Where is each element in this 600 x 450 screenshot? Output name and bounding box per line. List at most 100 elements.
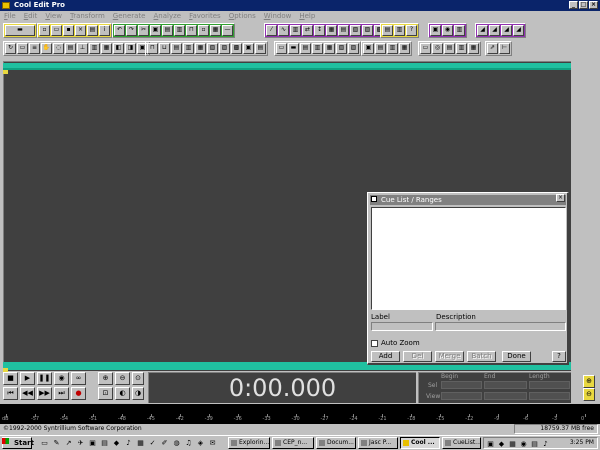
misc-4-icon[interactable]: ▥	[456, 43, 467, 54]
ruler-icon[interactable]: ⊥	[77, 43, 88, 54]
delete-button[interactable]: Del	[403, 351, 432, 362]
menu-options[interactable]: Options	[229, 11, 256, 22]
fx-3-icon[interactable]: ▤	[171, 43, 182, 54]
misc-3-icon[interactable]: ▤	[444, 43, 455, 54]
quicklaunch-pen-icon[interactable]: ✎	[52, 438, 61, 448]
dialog-title-bar[interactable]: Cue List / Ranges	[370, 195, 566, 205]
an-5-icon[interactable]: ▦	[324, 43, 335, 54]
quicklaunch-plane-icon[interactable]: ✈	[76, 438, 85, 448]
fast-forward-icon[interactable]: ▶▶	[37, 387, 52, 400]
undo-icon[interactable]: ↶	[114, 25, 125, 36]
task-cool-edit[interactable]: Cool ...	[400, 437, 440, 449]
task-cuelist[interactable]: CueList...	[442, 437, 481, 449]
go-to-start-icon[interactable]: ⏮	[3, 387, 18, 400]
merge-button[interactable]: Merge	[435, 351, 464, 362]
fx-2-icon[interactable]: ⊔	[159, 43, 170, 54]
zoom-selection-icon[interactable]: ⊡	[98, 387, 113, 400]
app-title-bar[interactable]: Cool Edit Pro	[0, 0, 600, 11]
add-button[interactable]: Add	[371, 351, 400, 362]
quicklaunch-mail-icon[interactable]: ✉	[208, 438, 217, 448]
fx-1-icon[interactable]: ⊓	[147, 43, 158, 54]
quicklaunch-edit-icon[interactable]: ✐	[160, 438, 169, 448]
fx-4-icon[interactable]: ▥	[183, 43, 194, 54]
tray-1-icon[interactable]: ▣	[486, 439, 495, 449]
menu-transform[interactable]: Transform	[70, 11, 105, 22]
select-all-icon[interactable]: ▦	[210, 25, 221, 36]
play-to-end-icon[interactable]: ◉	[54, 372, 69, 385]
view-begin-field[interactable]	[441, 392, 482, 400]
stop-icon[interactable]: ■	[3, 372, 18, 385]
device-icon[interactable]: ▥	[454, 25, 465, 36]
delete-icon[interactable]: ▫	[198, 25, 209, 36]
zoom-left-icon[interactable]: ◐	[115, 387, 130, 400]
amplify-icon[interactable]: ⁄	[266, 25, 277, 36]
fx-6-icon[interactable]: ▧	[207, 43, 218, 54]
app-icon[interactable]	[2, 2, 10, 9]
cue-list-icon[interactable]: ▤	[382, 25, 393, 36]
tray-volume-icon[interactable]: ♪	[541, 439, 550, 449]
filter-icon[interactable]: ▧	[350, 25, 361, 36]
left-channel-icon[interactable]: ◧	[113, 43, 124, 54]
loop-icon[interactable]: ↻	[5, 43, 16, 54]
menu-view[interactable]: View	[45, 11, 62, 22]
hand-tool-icon[interactable]: ✋	[41, 43, 52, 54]
noise-reduction-icon[interactable]: ▨	[362, 25, 373, 36]
menu-help[interactable]: Help	[299, 11, 315, 22]
sel-length-field[interactable]	[529, 381, 570, 389]
spectral-icon[interactable]: ▤	[65, 43, 76, 54]
close-file-icon[interactable]: ×	[75, 25, 86, 36]
view-end-field[interactable]	[484, 392, 527, 400]
quicklaunch-net-icon[interactable]: ◈	[196, 438, 205, 448]
sel-begin-field[interactable]	[441, 381, 482, 389]
mono-icon[interactable]: ▥	[89, 43, 100, 54]
normalize-icon[interactable]: ▥	[290, 25, 301, 36]
tray-2-icon[interactable]: ◆	[497, 439, 506, 449]
label-field[interactable]	[371, 322, 433, 331]
edit-tool-icon[interactable]: ▭	[17, 43, 28, 54]
maximize-button[interactable]: □	[579, 1, 588, 9]
zoom-full-icon[interactable]: ⊙	[132, 372, 144, 385]
save-file-icon[interactable]: ▪	[63, 25, 74, 36]
paste-icon[interactable]: ▤	[162, 25, 173, 36]
help-button[interactable]: ?	[552, 351, 566, 362]
generate-silence-icon[interactable]: ◢	[513, 25, 524, 36]
menu-file[interactable]: File	[4, 11, 16, 22]
quicklaunch-window-icon[interactable]: ▣	[88, 438, 97, 448]
an-1-icon[interactable]: ▭	[276, 43, 287, 54]
pause-icon[interactable]: ❚❚	[37, 372, 52, 385]
tray-3-icon[interactable]: ▦	[508, 439, 517, 449]
fx-9-icon[interactable]: ▣	[243, 43, 254, 54]
close-button[interactable]: ×	[589, 1, 598, 9]
marker-icon[interactable]: ?	[406, 25, 417, 36]
fx-7-icon[interactable]: ▨	[219, 43, 230, 54]
zoom-out-vertical-icon[interactable]: ⊖	[583, 388, 595, 401]
quicklaunch-doc-icon[interactable]: ▤	[100, 438, 109, 448]
extra-2-icon[interactable]: ⊢	[499, 43, 510, 54]
fx-8-icon[interactable]: ▩	[231, 43, 242, 54]
task-documents[interactable]: Docum...	[316, 437, 356, 449]
auto-zoom-checkbox[interactable]	[371, 340, 378, 347]
vt-1-icon[interactable]: ▣	[363, 43, 374, 54]
batch-button[interactable]: Batch	[467, 351, 496, 362]
open-file-icon[interactable]: ▭	[51, 25, 62, 36]
menu-favorites[interactable]: Favorites	[189, 11, 221, 22]
file-info-icon[interactable]: i	[99, 25, 110, 36]
generate-dtmf-icon[interactable]: ◢	[501, 25, 512, 36]
record-icon[interactable]: ●	[71, 387, 86, 400]
right-channel-icon[interactable]: ◨	[125, 43, 136, 54]
dialog-close-button[interactable]: ×	[556, 194, 565, 202]
multitrack-toggle-icon[interactable]: ▬	[5, 25, 35, 36]
view-length-field[interactable]	[529, 392, 570, 400]
envelope-icon[interactable]: ∿	[278, 25, 289, 36]
misc-2-icon[interactable]: ◎	[432, 43, 443, 54]
generate-noise-icon[interactable]: ◢	[477, 25, 488, 36]
task-jasc[interactable]: Jasc P...	[358, 437, 398, 449]
clock[interactable]: 3:25 PM	[570, 439, 594, 447]
mix-paste-icon[interactable]: ▥	[174, 25, 185, 36]
done-button[interactable]: Done	[502, 351, 531, 362]
an-6-icon[interactable]: ▧	[336, 43, 347, 54]
quicklaunch-sound-icon[interactable]: ♫	[184, 438, 193, 448]
minimize-button[interactable]: _	[569, 1, 578, 9]
task-cep[interactable]: CEP_n...	[272, 437, 314, 449]
sel-end-field[interactable]	[484, 381, 527, 389]
